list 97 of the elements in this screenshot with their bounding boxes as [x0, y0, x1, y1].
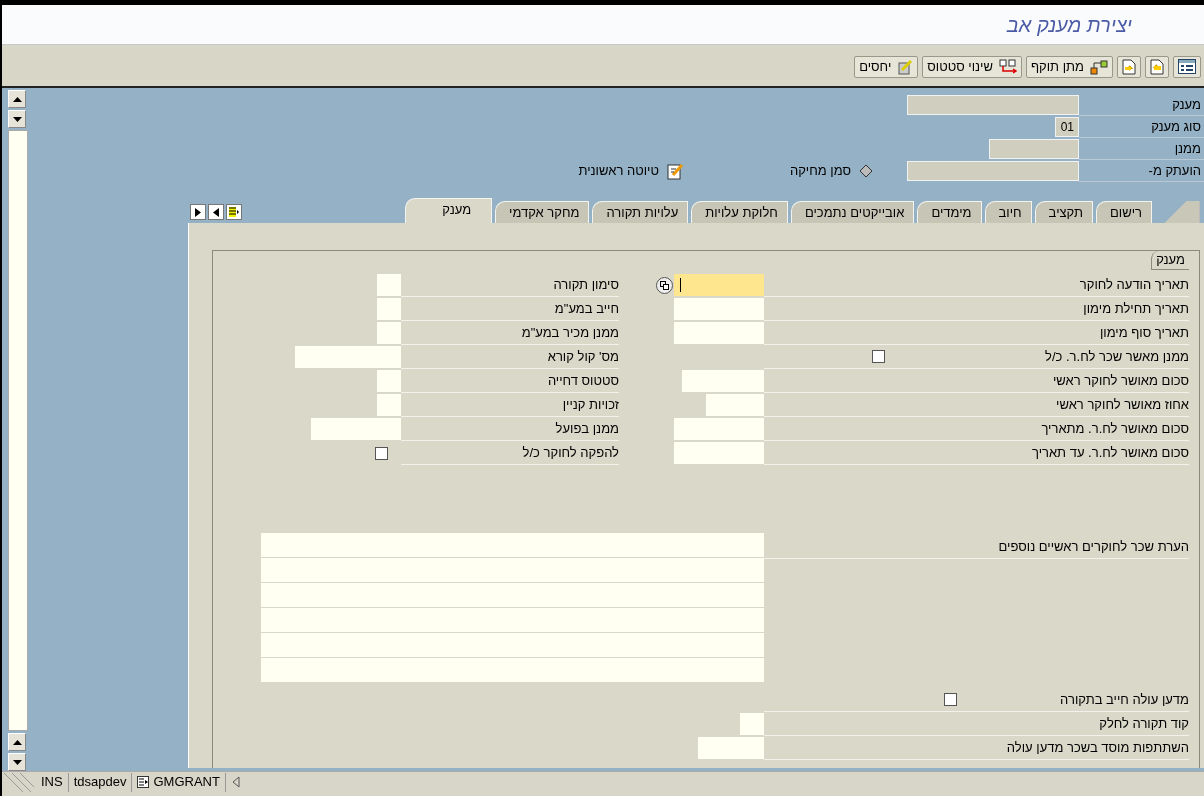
input-field[interactable] [674, 274, 764, 296]
input-field[interactable] [261, 583, 764, 607]
field-label: סכום מאושר לח.ר. עד תאריך [1031, 443, 1189, 462]
note-edit-icon [666, 162, 685, 180]
input-field[interactable] [674, 322, 764, 344]
right-arrow-icon [195, 207, 201, 217]
edit-icon [897, 58, 914, 75]
field-label: להפקה לחוקר כ/ל [522, 443, 619, 462]
program-icon [137, 776, 150, 788]
tab[interactable]: עלויות תקורה [592, 201, 689, 223]
down-arrow-icon [12, 116, 22, 122]
tab-nav-button[interactable] [190, 204, 206, 220]
field-label: זכויות קניין [562, 395, 619, 414]
status-item: INS [36, 772, 69, 792]
scrollbar-track[interactable] [8, 130, 28, 731]
field-label: סכום מאושר לחוקר ראשי [1052, 371, 1189, 390]
text-cursor [680, 278, 681, 292]
status-item: tdsapdev [68, 772, 133, 792]
scroll-down-button[interactable] [8, 110, 26, 128]
flag-label: טיוטה ראשונית [578, 162, 659, 181]
toolbar-button[interactable]: שינוי סטטוס [922, 55, 1022, 78]
input-field[interactable] [698, 737, 764, 759]
up-arrow-icon [12, 96, 22, 102]
tab[interactable]: מענק [405, 198, 493, 223]
up-arrow-icon [12, 739, 22, 745]
status-item: GMGRANT [132, 772, 226, 792]
display-field[interactable] [907, 95, 1079, 115]
toolbar-button[interactable] [1173, 55, 1201, 78]
field-label: סטטוס דחייה [547, 371, 619, 390]
field-label: סכום מאושר לח.ר. מתאריך [1041, 419, 1189, 438]
field-label: מס' קול קורא [547, 347, 619, 366]
field-label: ממנן בפועל [555, 419, 619, 438]
field-label: תאריך הודעה לחוקר [1079, 275, 1189, 294]
field-label: אחוז מאושר לחוקר ראשי [1056, 395, 1189, 414]
left-arrow-icon [213, 207, 219, 217]
input-field[interactable] [682, 370, 764, 392]
toolbar-button[interactable]: מתן תוקף [1025, 55, 1113, 78]
checkbox[interactable] [375, 446, 388, 460]
input-field[interactable] [261, 558, 764, 582]
field-label: סימון תקורה [553, 275, 619, 294]
field-label: תאריך סוף מימון [1099, 323, 1189, 342]
checkbox[interactable] [872, 350, 885, 363]
input-field[interactable] [377, 322, 401, 344]
scroll-up-button[interactable] [8, 733, 26, 751]
diamond-icon [859, 164, 873, 178]
resize-grip-icon [2, 772, 36, 792]
tab[interactable]: רישום [1096, 201, 1152, 223]
help-button[interactable] [655, 276, 673, 294]
field-label: השתתפות מוסד בשכר מדען עולה [1006, 738, 1189, 757]
input-field[interactable] [377, 394, 401, 416]
display-field[interactable]: 01 [1055, 117, 1079, 137]
field-label: חייב במע"מ [554, 299, 619, 318]
input-field[interactable] [377, 370, 401, 392]
window-title: יצירת מענק אב [1006, 12, 1132, 38]
input-field[interactable] [261, 533, 764, 557]
flag-label: סמן מחיקה [789, 162, 851, 181]
document-arrow-icon [1122, 58, 1136, 75]
field-label: תאריך תחילת מימון [1083, 299, 1189, 318]
input-field[interactable] [674, 418, 764, 440]
down-arrow-icon [12, 759, 22, 765]
scroll-down-button[interactable] [8, 753, 26, 771]
status-change-icon [998, 58, 1017, 75]
tab-nav-button[interactable] [208, 204, 224, 220]
checkbox[interactable] [944, 693, 957, 706]
display-field[interactable] [907, 161, 1079, 181]
document-arrow-icon [1150, 58, 1164, 75]
field-label: מדען עולה חייב בתקורה [1060, 690, 1189, 709]
field-label: קוד תקורה לחלק [1099, 714, 1189, 733]
collapse-arrow-icon[interactable] [231, 776, 240, 788]
tab[interactable]: מחקר אקדמי [495, 201, 590, 223]
list-icon [1178, 59, 1196, 74]
tab-list-icon [229, 207, 239, 217]
input-field[interactable] [674, 442, 764, 464]
input-field[interactable] [261, 608, 764, 632]
input-field[interactable] [377, 298, 401, 320]
tab[interactable]: חיוב [984, 201, 1032, 223]
input-field[interactable] [295, 346, 401, 368]
field-label: ממנן מאשר שכר לח.ר. כ/ל [1045, 347, 1189, 366]
input-field[interactable] [740, 713, 764, 735]
input-field[interactable] [377, 274, 401, 296]
field-label: הערת שכר לחוקרים ראשיים נוספים [998, 537, 1189, 556]
input-field[interactable] [261, 633, 764, 657]
tab[interactable]: אובייקטים נתמכים [790, 201, 915, 223]
input-field[interactable] [261, 658, 764, 682]
tab[interactable]: תקציב [1034, 201, 1093, 223]
input-field[interactable] [311, 418, 401, 440]
hierarchy-icon [1090, 58, 1108, 75]
input-field[interactable] [674, 298, 764, 320]
group-title: מענק [1151, 251, 1189, 270]
input-field[interactable] [706, 394, 764, 416]
tab[interactable]: מימדים [917, 201, 982, 223]
toolbar-button[interactable]: יחסים [854, 55, 919, 78]
display-field[interactable] [989, 139, 1079, 159]
field-label: ממנן מכיר במע"מ [521, 323, 619, 342]
tab[interactable]: חלוקת עלויות [691, 201, 788, 223]
copy-icon [659, 280, 669, 290]
scroll-up-button[interactable] [8, 90, 26, 108]
